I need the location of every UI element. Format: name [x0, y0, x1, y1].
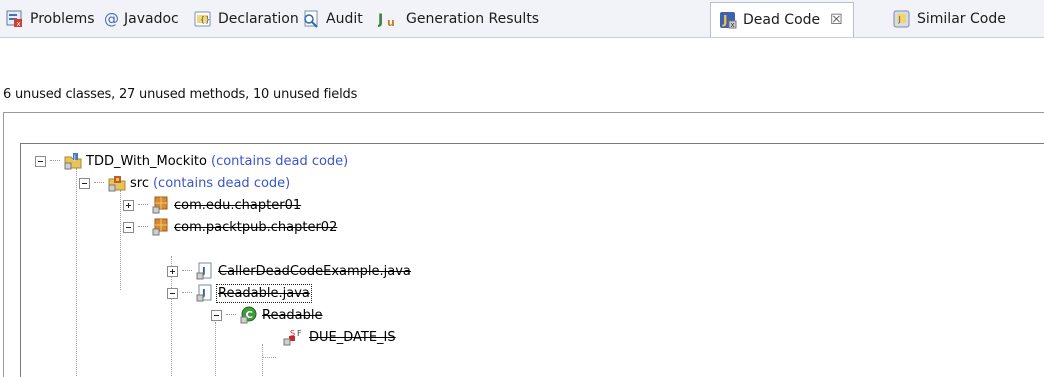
class-icon: C [240, 306, 258, 324]
src-dead-code-note: (contains dead code) [152, 175, 291, 191]
svg-text:{}: {} [200, 15, 210, 24]
tab-audit-label: Audit [326, 10, 363, 27]
tree-connector [262, 357, 276, 358]
tab-javadoc-label: Javadoc [124, 10, 179, 27]
java-file-icon: J [196, 262, 214, 280]
field-name: DUE_DATE_IS [309, 329, 396, 345]
tab-dead-code[interactable]: Jx Dead Code ☒ [710, 2, 854, 37]
java-file-name: CallerDeadCodeExample.java [218, 263, 411, 279]
java-project-icon: J [64, 152, 82, 170]
collapse-toggle[interactable] [211, 309, 222, 321]
svg-text:J: J [722, 13, 727, 27]
svg-text:J: J [73, 154, 76, 161]
tab-problems-label: Problems [30, 10, 95, 27]
tab-generation-results[interactable]: Ju Generation Results [378, 3, 539, 34]
tree-connector [120, 190, 121, 290]
summary-divider [3, 112, 1044, 113]
tree-connector [215, 322, 216, 377]
svg-text:J: J [898, 15, 901, 24]
class-name: Readable [262, 307, 323, 323]
tree-row-src[interactable]: src (contains dead code) [79, 172, 290, 194]
tab-declaration-label: Declaration [218, 10, 299, 27]
svg-text:x: x [731, 21, 735, 29]
tree-row-field[interactable]: SF DUE_DATE_IS [283, 326, 396, 348]
tab-similar-code[interactable]: J Similar Code [893, 3, 1006, 34]
tab-dead-code-label: Dead Code [743, 12, 821, 28]
tree-row-package[interactable]: com.packtpub.chapter02 [123, 216, 337, 238]
svg-text:x: x [17, 20, 21, 28]
collapse-toggle[interactable] [35, 155, 46, 167]
panel-left-border [3, 112, 4, 377]
src-folder-name: src [130, 175, 149, 191]
tab-problems[interactable]: x Problems [6, 3, 95, 34]
collapse-toggle[interactable] [79, 177, 90, 189]
tree-row-class[interactable]: C Readable [211, 304, 323, 326]
project-dead-code-note: (contains dead code) [211, 153, 349, 169]
svg-text:J: J [378, 12, 383, 28]
collapse-toggle[interactable] [167, 287, 178, 299]
tree-connector [76, 168, 77, 377]
package-name: com.packtpub.chapter02 [174, 219, 338, 235]
package-name: com.edu.chapter01 [174, 197, 302, 213]
tree-connector [262, 344, 263, 377]
collapse-toggle[interactable] [123, 221, 134, 233]
svg-text:@: @ [104, 10, 118, 28]
java-file-name-selected: Readable.java [216, 283, 312, 303]
expand-toggle[interactable] [123, 199, 134, 211]
package-icon [152, 218, 170, 236]
tree-row-java-file[interactable]: J CallerDeadCodeExample.java [167, 260, 411, 282]
close-icon[interactable]: ☒ [830, 12, 843, 28]
static-final-field-icon: SF [283, 328, 305, 346]
expand-toggle[interactable] [167, 265, 178, 277]
view-tab-bar: x Problems @ Javadoc {} Declaration Audi… [0, 0, 1044, 38]
project-name: TDD_With_Mockito [86, 153, 207, 169]
dead-code-icon: Jx [719, 11, 737, 29]
source-folder-icon [108, 174, 126, 192]
dead-code-summary: 6 unused classes, 27 unused methods, 10 … [3, 87, 358, 102]
tree-row-project[interactable]: J TDD_With_Mockito (contains dead code) [35, 150, 348, 172]
tab-audit[interactable]: Audit [302, 3, 363, 34]
svg-text:F: F [297, 329, 302, 338]
package-icon [152, 196, 170, 214]
declaration-icon: {} [194, 10, 212, 28]
svg-text:u: u [387, 16, 395, 28]
problems-icon: x [6, 10, 24, 28]
junit-icon: Ju [378, 10, 400, 28]
tab-similar-code-label: Similar Code [917, 10, 1006, 27]
tab-javadoc[interactable]: @ Javadoc [104, 3, 179, 34]
tab-declaration[interactable]: {} Declaration [194, 3, 299, 34]
tree-row-java-file[interactable]: J Readable.java [167, 282, 312, 304]
dead-code-tree[interactable]: J TDD_With_Mockito (contains dead code) … [20, 143, 1044, 377]
dead-code-view: x Problems @ Javadoc {} Declaration Audi… [0, 0, 1044, 377]
java-file-icon: J [196, 284, 214, 302]
tab-generation-results-label: Generation Results [406, 10, 540, 27]
javadoc-icon: @ [104, 10, 118, 28]
tree-row-package[interactable]: com.edu.chapter01 [123, 194, 301, 216]
audit-icon [302, 10, 320, 28]
similar-code-icon: J [893, 10, 911, 28]
